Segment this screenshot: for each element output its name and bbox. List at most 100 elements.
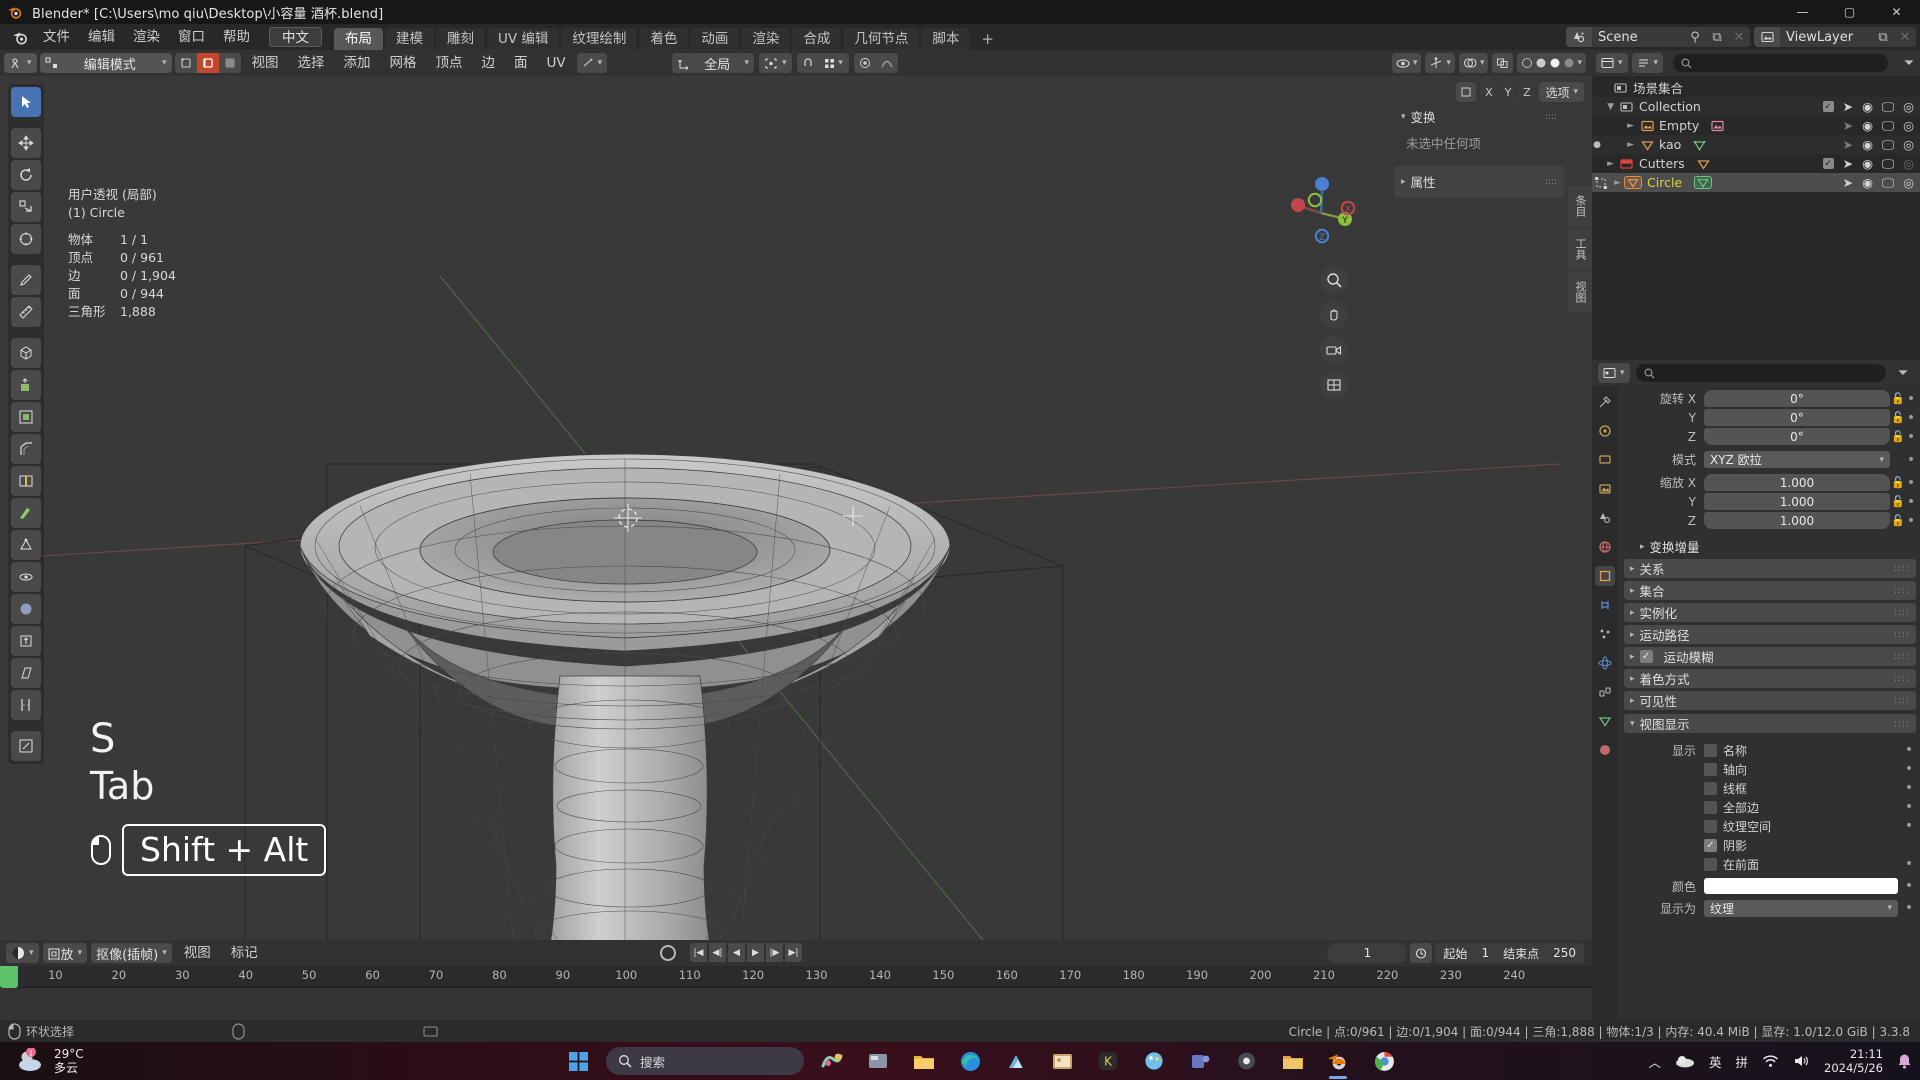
show-texture-space-checkbox[interactable] bbox=[1704, 819, 1717, 833]
xray-toggle[interactable] bbox=[1492, 53, 1514, 73]
jump-start-button[interactable]: |◀ bbox=[690, 943, 707, 962]
onedrive-icon[interactable] bbox=[1675, 1054, 1695, 1068]
tool-shear-icon[interactable] bbox=[11, 658, 41, 688]
tool-transform-icon[interactable] bbox=[11, 224, 41, 254]
outliner-row-empty[interactable]: ► Empty ➤ ◉ 🖵 ◎ bbox=[1592, 116, 1920, 135]
tab-geometry-nodes[interactable]: 几何节点 bbox=[843, 28, 920, 50]
eye-icon[interactable]: ◉ bbox=[1862, 137, 1873, 152]
playback-dropdown[interactable]: 回放 ▾ bbox=[42, 943, 88, 963]
visibility-toggle[interactable]: ▾ bbox=[1391, 53, 1422, 73]
n-panel-tab-tool[interactable]: 工具 bbox=[1568, 229, 1592, 269]
properties-tab-modifier[interactable] bbox=[1595, 595, 1615, 615]
properties-options-icon[interactable]: ⏷ bbox=[1892, 363, 1914, 383]
properties-tab-scene[interactable] bbox=[1595, 508, 1615, 528]
expand-arrow-icon[interactable]: ► bbox=[1602, 140, 1638, 150]
outliner-row-collection[interactable]: ▼ Collection ✓ ➤ ◉ 🖵 ◎ bbox=[1592, 97, 1920, 116]
snap-options-dropdown[interactable]: ▾ bbox=[818, 53, 849, 73]
animate-dot-icon[interactable]: • bbox=[1904, 743, 1914, 757]
n-panel-tab-view[interactable]: 视图 bbox=[1568, 272, 1592, 312]
taskbar-app-edge[interactable] bbox=[952, 1045, 988, 1077]
prev-keyframe-button[interactable]: ◀| bbox=[709, 943, 726, 962]
display-as-dropdown[interactable]: 纹理 ▾ bbox=[1704, 899, 1898, 917]
pin-scene-icon[interactable]: ⚲ bbox=[1684, 27, 1706, 47]
camera-icon[interactable]: ◎ bbox=[1903, 156, 1914, 171]
taskbar-app-blender[interactable] bbox=[1320, 1045, 1356, 1079]
motion-blur-checkbox[interactable]: ✓ bbox=[1639, 650, 1653, 663]
menu-render[interactable]: 渲染 bbox=[124, 27, 169, 47]
scene-selector[interactable]: Scene ⚲ ⧉ ✕ bbox=[1566, 27, 1750, 47]
edge-select-icon[interactable] bbox=[196, 53, 219, 73]
transform-orientation-selector[interactable]: 全局 ▾ bbox=[672, 53, 754, 73]
animate-dot-icon[interactable]: • bbox=[1906, 392, 1916, 406]
delete-scene-icon[interactable]: ✕ bbox=[1728, 27, 1750, 47]
section-relations[interactable]: ▸ 关系 :::: bbox=[1624, 559, 1916, 578]
cursor-select-icon[interactable]: ➤ bbox=[1843, 118, 1853, 133]
viewport-menu-vertex[interactable]: 顶点 bbox=[428, 53, 471, 73]
animate-dot-icon[interactable]: • bbox=[1904, 800, 1914, 814]
axis-lock-y[interactable]: Y bbox=[1499, 82, 1517, 102]
notification-bell-icon[interactable] bbox=[1897, 1053, 1912, 1069]
tool-add-cube-icon[interactable] bbox=[11, 338, 41, 368]
animate-dot-icon[interactable]: • bbox=[1906, 411, 1916, 425]
tool-shrink-fatten-icon[interactable] bbox=[11, 626, 41, 656]
tab-uv-editing[interactable]: UV 编辑 bbox=[487, 28, 560, 50]
editor-type-selector[interactable]: ▾ bbox=[4, 53, 37, 73]
animate-dot-icon[interactable]: • bbox=[1906, 495, 1916, 509]
show-wireframe-checkbox[interactable] bbox=[1704, 781, 1717, 795]
tab-animation[interactable]: 动画 bbox=[690, 28, 740, 50]
toggle-ortho-icon[interactable] bbox=[1320, 371, 1348, 399]
tool-loopcut-icon[interactable] bbox=[11, 466, 41, 496]
rotation-z-field[interactable]: 0° bbox=[1704, 428, 1890, 445]
magnet-snap-icon[interactable] bbox=[796, 53, 819, 73]
cursor-select-icon[interactable]: ➤ bbox=[1843, 99, 1853, 114]
lock-icon[interactable]: 🔓 bbox=[1890, 411, 1906, 424]
expand-arrow-icon[interactable]: ► bbox=[1592, 121, 1638, 131]
timeline-playhead[interactable] bbox=[0, 966, 18, 988]
animate-dot-icon[interactable]: • bbox=[1904, 879, 1914, 893]
outliner-editor-type[interactable]: ▾ bbox=[1596, 53, 1628, 73]
scale-z-field[interactable]: 1.000 bbox=[1704, 512, 1890, 529]
volume-icon[interactable] bbox=[1793, 1054, 1810, 1068]
cursor-select-icon[interactable]: ➤ bbox=[1843, 137, 1853, 152]
section-collections[interactable]: ▸ 集合 :::: bbox=[1624, 581, 1916, 600]
scale-y-field[interactable]: 1.000 bbox=[1704, 493, 1890, 510]
checkbox-icon[interactable]: ✓ bbox=[1822, 101, 1834, 112]
eye-icon[interactable]: ◉ bbox=[1862, 175, 1873, 190]
blender-logo-icon[interactable] bbox=[6, 24, 34, 50]
section-motion-blur[interactable]: ▸ ✓ 运动模糊 :::: bbox=[1624, 647, 1916, 666]
animate-dot-icon[interactable]: • bbox=[1906, 453, 1916, 467]
tool-rip-icon[interactable] bbox=[11, 690, 41, 720]
section-motion-paths[interactable]: ▸ 运动路径 :::: bbox=[1624, 625, 1916, 644]
menu-edit[interactable]: 编辑 bbox=[79, 27, 124, 47]
play-reverse-button[interactable]: ◀ bbox=[728, 943, 745, 962]
proportional-editing-icon[interactable] bbox=[853, 53, 876, 73]
pivot-point-selector[interactable]: ▾ bbox=[759, 53, 792, 73]
screen-icon[interactable]: 🖵 bbox=[1882, 99, 1894, 115]
overlays-toggle[interactable]: ▾ bbox=[1458, 53, 1489, 73]
n-panel-tab-item[interactable]: 条目 bbox=[1568, 186, 1592, 226]
section-visibility[interactable]: ▸ 可见性 :::: bbox=[1624, 691, 1916, 710]
timeline-ruler[interactable]: 10 20 30 40 50 60 70 80 90 100 110 120 130 140 150 160 1… bbox=[0, 966, 1592, 988]
properties-tab-material[interactable] bbox=[1595, 740, 1615, 760]
animate-dot-icon[interactable]: • bbox=[1906, 476, 1916, 490]
jump-end-button[interactable]: ▶| bbox=[785, 943, 802, 962]
taskbar-app-folder2[interactable] bbox=[1274, 1045, 1310, 1077]
menu-window[interactable]: 窗口 bbox=[169, 27, 214, 47]
current-frame-field[interactable]: 1 bbox=[1327, 943, 1408, 963]
axis-lock-z[interactable]: Z bbox=[1518, 82, 1536, 102]
tab-compositing[interactable]: 合成 bbox=[792, 28, 842, 50]
tab-sculpting[interactable]: 雕刻 bbox=[436, 28, 485, 50]
expand-arrow-icon[interactable]: ▼ bbox=[1592, 102, 1618, 112]
screen-icon[interactable]: 🖵 bbox=[1882, 175, 1894, 191]
camera-icon[interactable]: ◎ bbox=[1903, 99, 1914, 114]
shading-mode-group[interactable]: ▾ bbox=[1517, 53, 1586, 73]
properties-tab-object[interactable] bbox=[1595, 566, 1615, 586]
taskbar-app-explorer[interactable] bbox=[906, 1045, 942, 1077]
start-button[interactable] bbox=[560, 1045, 596, 1077]
animate-dot-icon[interactable]: • bbox=[1906, 514, 1916, 528]
axis-lock-x[interactable]: X bbox=[1480, 82, 1498, 102]
properties-tab-viewlayer[interactable] bbox=[1595, 479, 1615, 499]
taskbar-app-k[interactable]: K bbox=[1090, 1045, 1126, 1077]
outliner-row-kao[interactable]: ● ► kao ➤ ◉ 🖵 ◎ bbox=[1592, 135, 1920, 154]
tool-measure-box-icon[interactable] bbox=[11, 731, 41, 761]
